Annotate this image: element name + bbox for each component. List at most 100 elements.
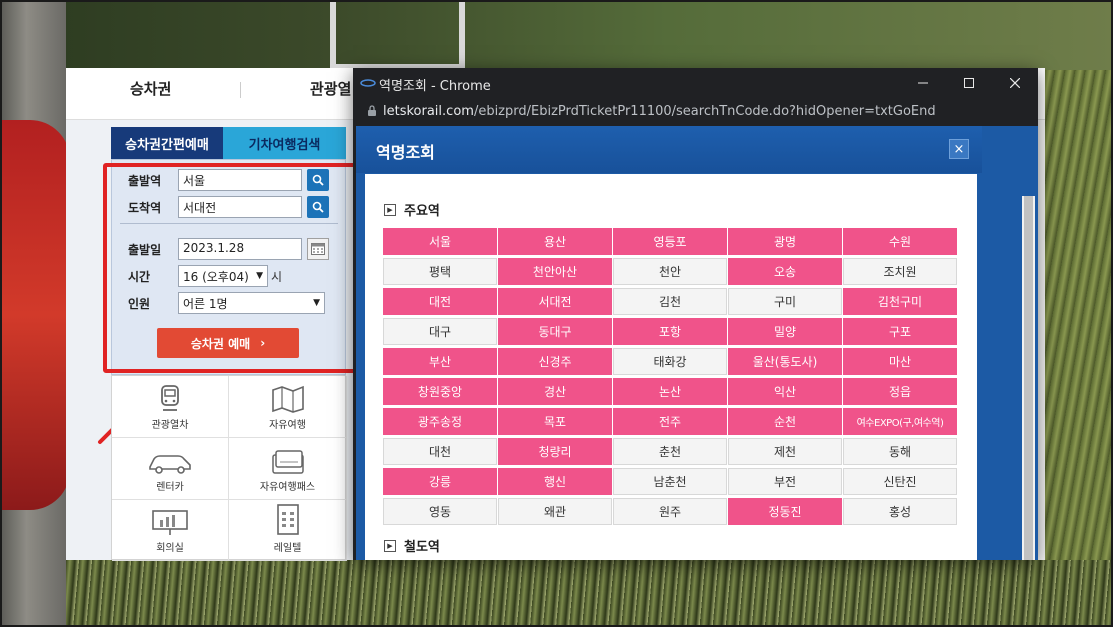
major-station-grid: 서울 용산 영등포 광명 수원 평택 천안아산 천안 오송 조치원 대전 서대전 김천 구미 김천구미 대구 동… [383, 228, 958, 525]
nav-tour-train[interactable]: 관광열 [310, 78, 351, 99]
close-window-button[interactable] [992, 68, 1038, 98]
station-button[interactable]: 대구 [383, 318, 497, 345]
station-button[interactable]: 오송 [728, 258, 842, 285]
station-button[interactable]: 신탄진 [843, 468, 957, 495]
station-button[interactable]: 동대구 [498, 318, 612, 345]
station-button[interactable]: 영등포 [613, 228, 727, 255]
tab-train-trip-search[interactable]: 기차여행검색 [223, 127, 346, 159]
station-button[interactable]: 강릉 [383, 468, 497, 495]
popup-body: 역명조회 × ▶ 주요역 서울 용산 영등포 광명 수원평택 천안아산 천안 오송 조치원대전 서… [356, 126, 1038, 560]
minimize-button[interactable] [900, 68, 946, 98]
station-button[interactable]: 부전 [728, 468, 842, 495]
presentation-icon [152, 510, 188, 535]
popup-header: 역명조회 × [356, 126, 982, 173]
station-button[interactable]: 목포 [498, 408, 612, 435]
hotel-icon [276, 504, 299, 535]
station-button[interactable]: 청량리 [498, 438, 612, 465]
station-button[interactable]: 서울 [383, 228, 497, 255]
station-button[interactable]: 광주송정 [383, 408, 497, 435]
station-button[interactable]: 울산(통도사) [728, 348, 842, 375]
url-domain: letskorail.com [383, 104, 474, 119]
quick-tour-train[interactable]: 관광열차 [112, 376, 229, 438]
annotation-highlight-box [103, 163, 361, 373]
station-button[interactable]: 포항 [613, 318, 727, 345]
station-button[interactable]: 김천구미 [843, 288, 957, 315]
quick-railtel[interactable]: 레일텔 [229, 500, 347, 561]
station-button[interactable]: 구포 [843, 318, 957, 345]
car-icon [149, 455, 191, 474]
section-major-label: 주요역 [404, 204, 440, 219]
station-button[interactable]: 부산 [383, 348, 497, 375]
station-button[interactable]: 익산 [728, 378, 842, 405]
station-button[interactable]: 남춘천 [613, 468, 727, 495]
station-button[interactable]: 정읍 [843, 378, 957, 405]
minimize-icon [918, 82, 928, 84]
quick-menu-grid: 관광열차 자유여행 렌터카 자유여행패스 회의실 레일텔 [111, 375, 347, 561]
maximize-button[interactable] [946, 68, 992, 98]
quick-meeting-room-label: 회의실 [156, 543, 184, 554]
section-rail-label: 철도역 [404, 540, 440, 555]
quick-rent-car-label: 렌터카 [156, 482, 184, 493]
nav-ticket[interactable]: 승차권 [130, 78, 171, 99]
station-button[interactable]: 춘천 [613, 438, 727, 465]
pass-card-icon [271, 450, 304, 474]
station-button[interactable]: 논산 [613, 378, 727, 405]
station-button[interactable]: 광명 [728, 228, 842, 255]
station-button[interactable]: 구미 [728, 288, 842, 315]
quick-rent-car[interactable]: 렌터카 [112, 438, 229, 500]
station-button[interactable]: 홍성 [843, 498, 957, 525]
station-list-panel: ▶ 주요역 서울 용산 영등포 광명 수원 평택 천안아산 천안 오송 조치원 대전 서대전 김천 구미 김… [365, 174, 977, 560]
station-button[interactable]: 신경주 [498, 348, 612, 375]
station-button[interactable]: 천안 [613, 258, 727, 285]
quick-free-pass-label: 자유여행패스 [259, 482, 316, 493]
quick-railtel-label: 레일텔 [273, 543, 302, 554]
station-button[interactable]: 창원중앙 [383, 378, 497, 405]
popup-title: 역명조회 [376, 143, 435, 162]
station-button[interactable]: 용산 [498, 228, 612, 255]
station-search-popup-window: 역명조회 - Chrome letskorail.com/ebizprd/Ebi… [353, 68, 1038, 560]
station-button[interactable]: 동해 [843, 438, 957, 465]
train-icon [161, 385, 179, 411]
station-button[interactable]: 경산 [498, 378, 612, 405]
station-button[interactable]: 정동진 [728, 498, 842, 525]
station-button[interactable]: 대전 [383, 288, 497, 315]
play-arrow-icon: ▶ [384, 203, 396, 216]
background-red-vehicle [0, 120, 70, 510]
station-button[interactable]: 천안아산 [498, 258, 612, 285]
background-grass [66, 560, 1113, 627]
lock-icon[interactable] [367, 105, 377, 117]
window-titlebar: 역명조회 - Chrome [353, 68, 1038, 98]
station-button[interactable]: 원주 [613, 498, 727, 525]
quick-free-pass[interactable]: 자유여행패스 [229, 438, 347, 500]
background-trees [0, 0, 1113, 70]
station-button[interactable]: 밀양 [728, 318, 842, 345]
station-button[interactable]: 조치원 [843, 258, 957, 285]
window-title: 역명조회 - Chrome [379, 79, 491, 94]
station-button[interactable]: 대천 [383, 438, 497, 465]
station-button[interactable]: 태화강 [613, 348, 727, 375]
nav-separator [240, 82, 241, 98]
quick-free-travel[interactable]: 자유여행 [229, 376, 347, 438]
station-button[interactable]: 제천 [728, 438, 842, 465]
station-button[interactable]: 왜관 [498, 498, 612, 525]
station-button[interactable]: 김천 [613, 288, 727, 315]
station-button[interactable]: 수원 [843, 228, 957, 255]
play-arrow-icon: ▶ [384, 539, 396, 552]
quick-meeting-room[interactable]: 회의실 [112, 500, 229, 561]
station-button[interactable]: 전주 [613, 408, 727, 435]
station-button[interactable]: 평택 [383, 258, 497, 285]
popup-close-button[interactable]: × [949, 139, 969, 159]
station-button[interactable]: 서대전 [498, 288, 612, 315]
close-icon: × [953, 141, 965, 157]
station-button[interactable]: 행신 [498, 468, 612, 495]
station-button[interactable]: 영동 [383, 498, 497, 525]
background-sign-frame [330, 0, 465, 70]
tab-quick-booking[interactable]: 승차권간편예매 [111, 127, 223, 159]
station-button[interactable]: 순천 [728, 408, 842, 435]
station-button[interactable]: 여수EXPO(구,여수역) [843, 408, 957, 435]
station-button[interactable]: 마산 [843, 348, 957, 375]
close-icon [1010, 78, 1020, 88]
scrollbar-thumb[interactable] [1024, 196, 1033, 560]
url-text[interactable]: letskorail.com/ebizprd/EbizPrdTicketPr11… [383, 104, 936, 119]
section-rail-stations: ▶ 철도역 [384, 536, 440, 555]
